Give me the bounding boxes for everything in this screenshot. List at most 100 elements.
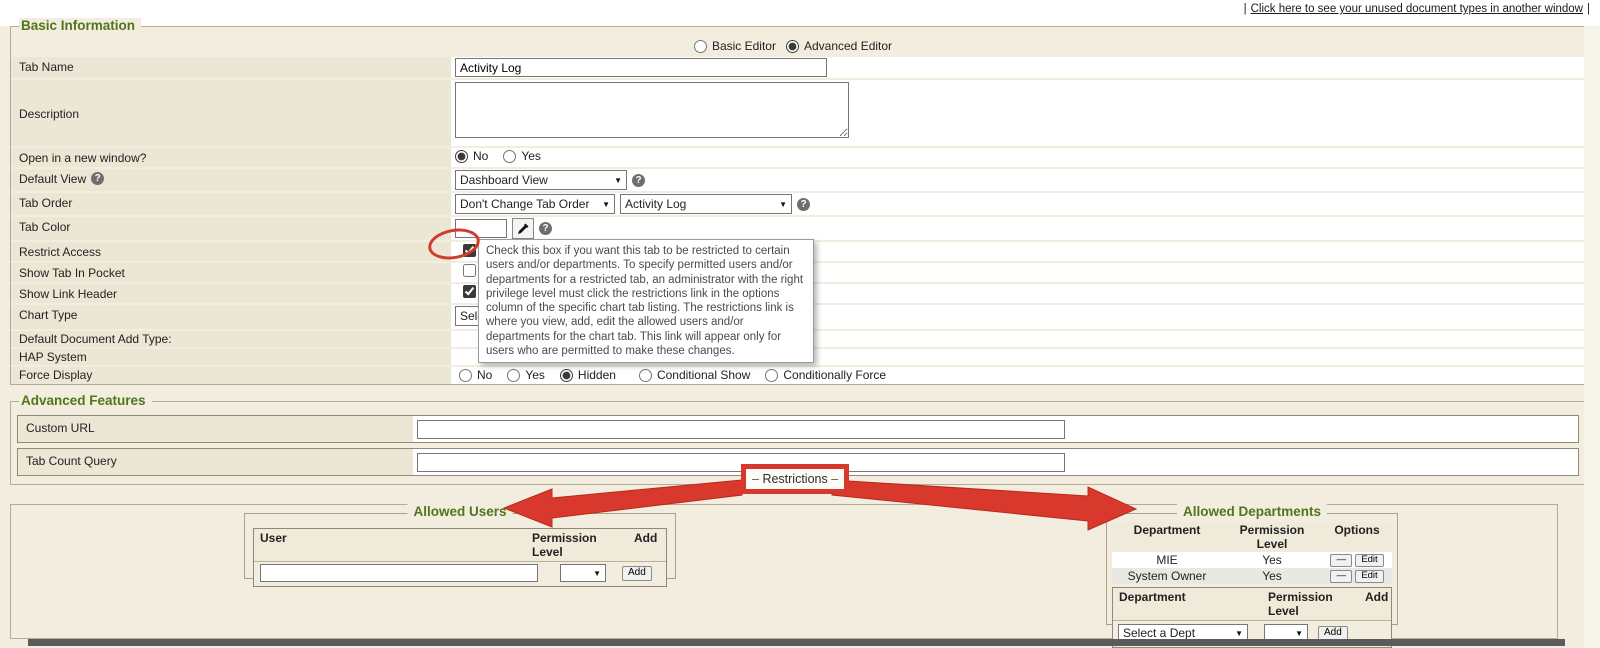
description-textarea[interactable] — [455, 82, 849, 138]
allowed-departments-table: Department Permission Level Options MIE … — [1112, 522, 1392, 584]
table-row: System Owner Yes — Edit — [1112, 568, 1392, 584]
tab-order-position-value: Activity Log — [625, 197, 686, 211]
permission-level-column-header: Permission Level — [526, 529, 628, 561]
link-separator-right: | — [1587, 3, 1590, 15]
force-display-conditionally-force-radio[interactable]: Conditionally Force — [765, 368, 886, 382]
tab-name-label: Tab Name — [19, 60, 74, 74]
main-page: Basic Information Basic Editor Advanced … — [0, 26, 1600, 648]
open-window-no-input[interactable] — [455, 150, 468, 163]
add-column-header: Add — [1359, 588, 1391, 620]
open-window-no-radio[interactable]: No — [455, 149, 488, 163]
tab-order-position-select[interactable]: Activity Log ▼ — [620, 194, 792, 214]
tab-color-label: Tab Color — [19, 220, 70, 234]
force-display-yes-radio[interactable]: Yes — [507, 368, 545, 382]
chevron-down-icon: ▼ — [593, 569, 601, 578]
custom-url-label: Custom URL — [26, 421, 95, 435]
hap-system-label: HAP System — [19, 350, 87, 364]
unused-document-types-link[interactable]: Click here to see your unused document t… — [1251, 3, 1583, 15]
default-view-select[interactable]: Dashboard View ▼ — [455, 170, 627, 190]
custom-url-input[interactable] — [417, 420, 1065, 439]
tab-name-row: Tab Name — [11, 57, 1585, 78]
open-window-no-label: No — [473, 149, 488, 163]
remove-department-button[interactable]: — — [1330, 570, 1352, 583]
description-label: Description — [19, 107, 79, 121]
departments-header-row: Department Permission Level Options — [1112, 522, 1392, 552]
tab-order-row: Tab Order Don't Change Tab Order ▼ Activ… — [11, 193, 1585, 215]
allowed-users-table: User Permission Level Add ▼ Add — [253, 528, 667, 587]
basic-editor-radio[interactable]: Basic Editor — [694, 39, 776, 53]
edit-department-button[interactable]: Edit — [1355, 554, 1383, 567]
basic-editor-radio-input[interactable] — [694, 40, 707, 53]
tab-color-row: Tab Color ? — [11, 217, 1585, 240]
editor-toggle-row: Basic Editor Advanced Editor — [11, 37, 1585, 55]
default-document-add-type-label: Default Document Add Type: — [19, 332, 172, 346]
department-select-value: Select a Dept — [1123, 626, 1195, 640]
advanced-editor-radio[interactable]: Advanced Editor — [786, 39, 892, 53]
restrict-access-checkbox[interactable] — [463, 244, 476, 257]
tab-order-value: Don't Change Tab Order — [460, 197, 589, 211]
user-search-input[interactable] — [260, 564, 538, 582]
add-user-button[interactable]: Add — [622, 566, 652, 581]
help-icon[interactable]: ? — [539, 222, 552, 235]
allowed-departments-panel: Allowed Departments Department Permissio… — [1106, 513, 1398, 625]
user-column-header: User — [254, 529, 526, 561]
user-permission-select[interactable]: ▼ — [560, 564, 606, 582]
restrictions-annotation-text: Restrictions — [762, 472, 827, 486]
chevron-down-icon: ▼ — [1235, 629, 1243, 638]
tab-color-input[interactable] — [455, 219, 507, 238]
restrictions-section: Allowed Users User Permission Level Add … — [10, 504, 1558, 639]
advanced-editor-label: Advanced Editor — [804, 39, 892, 53]
show-tab-in-pocket-checkbox[interactable] — [463, 264, 476, 277]
open-window-yes-input[interactable] — [503, 150, 516, 163]
force-display-no-input[interactable] — [459, 369, 472, 382]
right-margin — [1584, 26, 1600, 648]
help-icon[interactable]: ? — [797, 198, 810, 211]
permission-level-column-header: Permission Level — [1222, 522, 1322, 552]
help-icon[interactable]: ? — [91, 172, 104, 185]
show-tab-in-pocket-label: Show Tab In Pocket — [19, 266, 125, 280]
color-picker-button[interactable] — [512, 218, 534, 239]
open-new-window-row: Open in a new window? No Yes — [11, 148, 1585, 167]
options-column-header: Options — [1322, 522, 1392, 552]
force-display-hidden-radio[interactable]: Hidden — [560, 368, 616, 382]
edit-department-button[interactable]: Edit — [1355, 570, 1383, 583]
restrictions-annotation-label: Restrictions — [741, 464, 849, 494]
tab-name-input[interactable] — [455, 58, 827, 77]
tab-count-query-label: Tab Count Query — [26, 454, 117, 468]
basic-editor-label: Basic Editor — [712, 39, 776, 53]
default-view-row: Default View ? Dashboard View ▼ ? — [11, 169, 1585, 191]
allowed-users-input-row: ▼ Add — [254, 562, 666, 586]
remove-department-button[interactable]: — — [1330, 554, 1352, 567]
custom-url-row: Custom URL — [17, 415, 1579, 443]
tab-order-label: Tab Order — [19, 196, 72, 210]
chevron-down-icon: ▼ — [779, 200, 787, 209]
force-display-conditionally-force-input[interactable] — [765, 369, 778, 382]
link-separator-left: | — [1244, 3, 1247, 15]
allowed-users-header-row: User Permission Level Add — [254, 529, 666, 562]
tab-order-select[interactable]: Don't Change Tab Order ▼ — [455, 194, 615, 214]
force-display-no-radio[interactable]: No — [459, 368, 492, 382]
advanced-editor-radio-input[interactable] — [786, 40, 799, 53]
open-window-yes-radio[interactable]: Yes — [503, 149, 541, 163]
help-icon[interactable]: ? — [632, 174, 645, 187]
allowed-users-panel: Allowed Users User Permission Level Add … — [244, 513, 676, 579]
open-new-window-label: Open in a new window? — [19, 151, 146, 165]
allowed-users-legend: Allowed Users — [407, 504, 512, 519]
force-display-label: Force Display — [19, 368, 92, 382]
advanced-features-legend: Advanced Features — [19, 393, 152, 408]
force-display-conditionally-force-label: Conditionally Force — [783, 368, 886, 382]
add-column-header: Add — [628, 529, 666, 561]
bottom-scrollbar[interactable] — [28, 639, 1565, 646]
force-display-yes-label: Yes — [525, 368, 545, 382]
force-display-no-label: No — [477, 368, 492, 382]
force-display-yes-input[interactable] — [507, 369, 520, 382]
table-row: MIE Yes — Edit — [1112, 552, 1392, 568]
force-display-hidden-input[interactable] — [560, 369, 573, 382]
force-display-conditional-show-input[interactable] — [639, 369, 652, 382]
force-display-conditional-show-radio[interactable]: Conditional Show — [639, 368, 750, 382]
show-link-header-checkbox[interactable] — [463, 285, 476, 298]
description-row: Description — [11, 80, 1585, 146]
open-window-yes-label: Yes — [521, 149, 541, 163]
default-view-value: Dashboard View — [460, 173, 548, 187]
add-department-header-row: Department Permission Level Add — [1113, 588, 1391, 621]
